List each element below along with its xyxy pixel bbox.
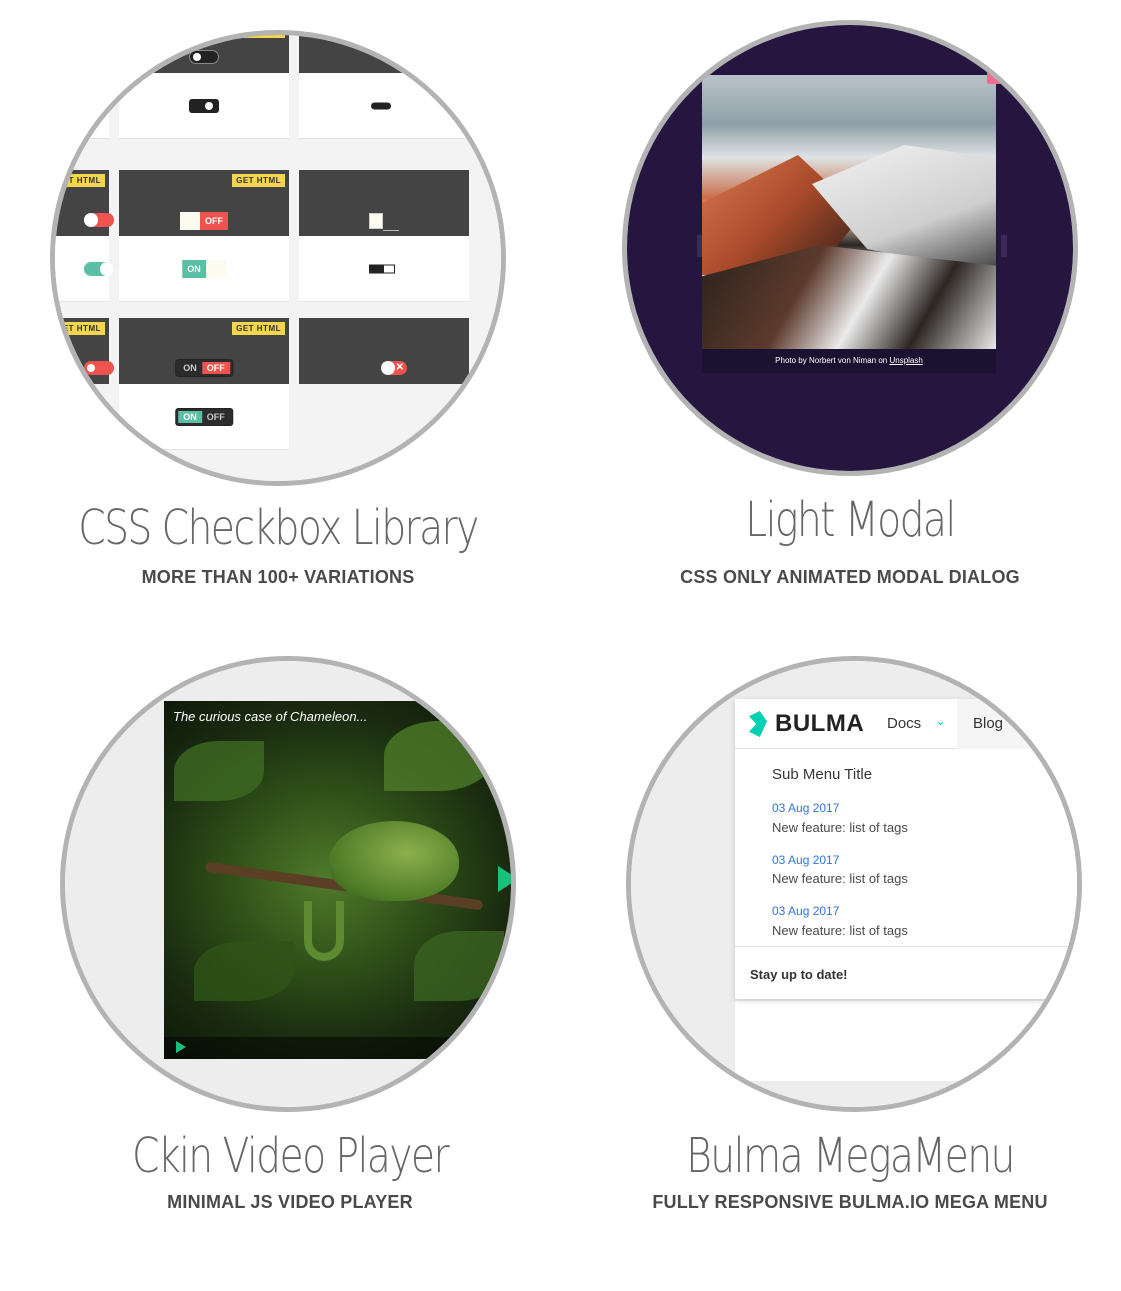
navbar: BULMA Docs ⌄ Blog [735, 699, 1077, 749]
toggle-switch[interactable] [84, 361, 114, 375]
card-title: Ckin Video Player [131, 1128, 450, 1184]
entry-date[interactable]: 03 Aug 2017 [772, 904, 839, 918]
footer-text[interactable]: Stay up to date! [750, 967, 848, 982]
mountain-photo [702, 75, 996, 349]
checkbox-grid: GET HTML GET HTML GET HTML OFF ON GET HT… [55, 35, 501, 481]
toggle-switch[interactable] [75, 98, 99, 113]
card-subtitle: CSS ONLY ANIMATED MODAL DIALOG [680, 567, 1020, 587]
nav-item-docs[interactable]: Docs [887, 715, 921, 732]
video-title: The curious case of Chameleon... [173, 709, 368, 724]
video-player-preview[interactable]: The curious case of Chameleon... [60, 656, 516, 1112]
play-icon[interactable] [176, 1041, 186, 1053]
caption-text: Photo by Norbert von Niman on [775, 356, 888, 365]
toggle-switch[interactable]: ✕ [381, 361, 407, 375]
toggle-switch[interactable]: ON [182, 259, 226, 278]
submenu-title: Sub Menu Title [772, 766, 873, 783]
card-subtitle: MINIMAL JS VIDEO PLAYER [167, 1192, 413, 1212]
entry-text[interactable]: New feature: list of tags [772, 871, 908, 886]
brand-name[interactable]: BULMA [775, 710, 864, 738]
next-arrow[interactable] [1001, 235, 1007, 257]
unsplash-link[interactable]: Unsplash [889, 356, 922, 365]
toggle-switch[interactable]: ON OFF [175, 407, 233, 426]
chevron-down-icon[interactable]: ⌄ [935, 713, 946, 729]
toggle-switch[interactable] [189, 98, 219, 113]
entry-text[interactable]: New feature: list of tags [772, 923, 908, 938]
toggle-switch[interactable] [84, 261, 114, 276]
get-html-button[interactable]: GET HTML [55, 322, 105, 335]
card-subtitle: FULLY RESPONSIVE BULMA.IO MEGA MENU [652, 1192, 1048, 1212]
toggle-switch[interactable] [369, 213, 399, 231]
get-html-button[interactable]: GET HTML [232, 174, 285, 187]
big-play-icon[interactable] [498, 866, 511, 892]
bulma-logo-icon[interactable] [749, 711, 767, 737]
card-title: Bulma MegaMenu [686, 1128, 1015, 1184]
bulma-menu-preview[interactable]: BULMA Docs ⌄ Blog Sub Menu Title 03 Aug … [626, 656, 1082, 1112]
nav-item-blog[interactable]: Blog [973, 715, 1003, 732]
entry-date[interactable]: 03 Aug 2017 [772, 801, 839, 815]
toggle-switch[interactable] [84, 213, 114, 227]
nav-item-blog-wrap[interactable]: Blog [957, 699, 1077, 749]
entry-date[interactable]: 03 Aug 2017 [772, 853, 839, 867]
card-title: CSS Checkbox Library [78, 500, 479, 556]
card-title: Light Modal [745, 492, 956, 548]
toggle-switch[interactable] [189, 50, 219, 64]
chameleon-image [329, 821, 459, 901]
checkbox-library-preview[interactable]: GET HTML GET HTML GET HTML OFF ON GET HT… [50, 30, 506, 486]
card-subtitle: MORE THAN 100+ VARIATIONS [141, 567, 415, 587]
divider [735, 946, 1077, 947]
toggle-switch[interactable]: ON OFF [175, 359, 233, 377]
toggle-switch[interactable] [371, 102, 391, 109]
close-icon[interactable]: × [987, 68, 1003, 84]
toggle-switch[interactable] [369, 264, 395, 273]
get-html-button[interactable]: GET HTML [232, 322, 285, 335]
control-bar [164, 1037, 511, 1059]
light-modal-preview[interactable]: Photo by Norbert von Niman on Unsplash × [622, 20, 1078, 476]
toggle-switch[interactable]: OFF [180, 212, 228, 230]
get-html-button[interactable]: GET HTML [232, 35, 285, 38]
video-frame[interactable]: The curious case of Chameleon... [164, 701, 511, 1059]
get-html-button[interactable]: GET HTML [55, 174, 105, 187]
entry-text[interactable]: New feature: list of tags [772, 820, 908, 835]
photo-caption: Photo by Norbert von Niman on Unsplash [702, 349, 996, 373]
